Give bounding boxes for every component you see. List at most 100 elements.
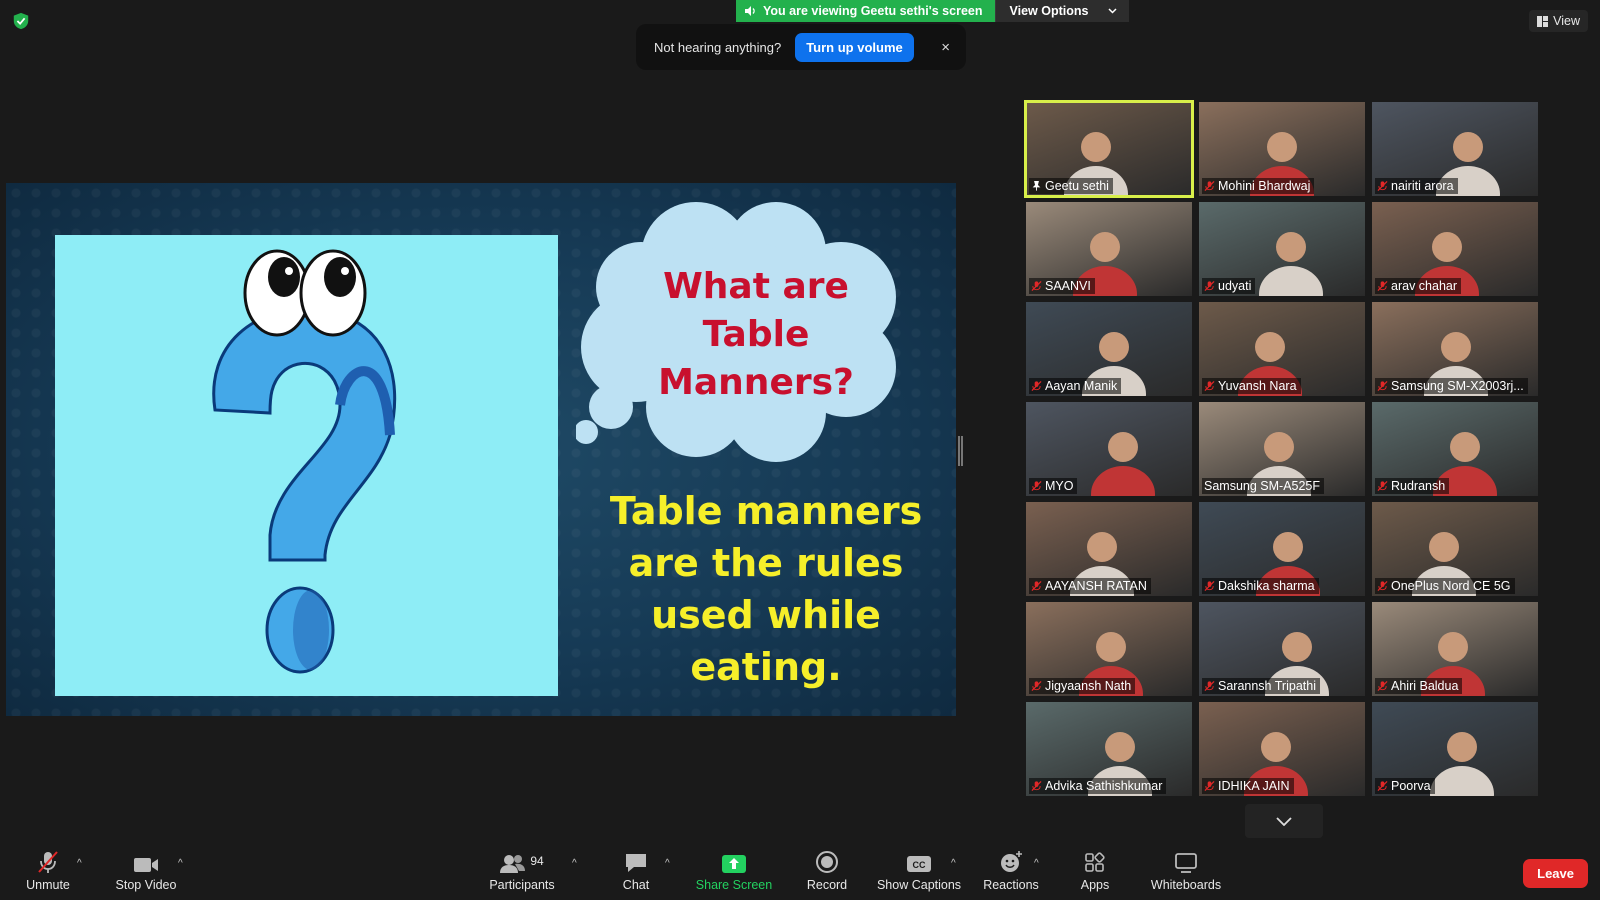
definition-line: used while [651,593,881,637]
microphone-muted-icon [1377,480,1388,492]
participant-tile[interactable]: Sarannsh Tripathi [1199,602,1365,696]
leave-button[interactable]: Leave [1523,859,1588,888]
participant-name-tag: udyati [1202,278,1256,294]
layout-icon [1537,15,1549,27]
microphone-muted-icon [1031,280,1042,292]
participant-tile[interactable]: MYO [1026,402,1192,496]
stop-video-label: Stop Video [115,878,177,892]
shield-icon[interactable] [12,12,30,30]
participant-tile[interactable]: arav chahar [1372,202,1538,296]
reactions-icon [1001,851,1022,872]
reactions-button[interactable]: Reactions [981,848,1041,900]
share-screen-label: Share Screen [695,878,773,892]
show-captions-button[interactable]: CC Show Captions [877,848,961,900]
turn-up-volume-button[interactable]: Turn up volume [795,32,914,62]
view-button[interactable]: View [1529,10,1588,32]
microphone-muted-icon [1031,380,1042,392]
participant-name-tag: Rudransh [1375,478,1450,494]
view-options-button[interactable]: View Options [994,0,1130,22]
captions-options-caret[interactable]: ^ [951,858,956,869]
participant-tile[interactable]: Aayan Manik [1026,302,1192,396]
chat-button[interactable]: Chat [618,848,654,900]
reactions-options-caret[interactable]: ^ [1034,858,1039,869]
participant-tile[interactable]: Poorva [1372,702,1538,796]
microphone-muted-icon [1031,480,1042,492]
chat-label: Chat [622,878,650,892]
participant-tile[interactable]: Samsung SM-A525F [1199,402,1365,496]
cloud-line: Table [702,314,810,355]
participant-name: Samsung SM-A525F [1204,479,1321,493]
gallery-next-page-button[interactable] [1245,804,1323,838]
viewing-text: You are viewing Geetu sethi's screen [763,4,983,18]
participant-tile[interactable]: Samsung SM-X2003rj... [1372,302,1538,396]
participant-tile[interactable]: Mohini Bhardwaj [1199,102,1365,196]
toast-message: Not hearing anything? [654,39,782,55]
participant-name-tag: Aayan Manik [1029,378,1122,394]
participant-name-tag: AAYANSH RATAN [1029,578,1151,594]
participant-tile[interactable]: OnePlus Nord CE 5G [1372,502,1538,596]
participants-button[interactable]: 94 Participants [487,848,557,900]
show-captions-label: Show Captions [876,878,962,892]
participant-name-tag: Sarannsh Tripathi [1202,678,1320,694]
record-button[interactable]: Record [804,848,850,900]
chat-icon [626,854,646,872]
participant-name: Jigyaansh Nath [1045,679,1132,693]
microphone-muted-icon [1377,180,1388,192]
participant-name: Dakshika sharma [1218,579,1315,593]
close-icon[interactable]: × [941,39,950,56]
microphone-muted-icon [1204,380,1215,392]
shared-screen: What are Table Manners? Table manners ar… [6,183,956,716]
participant-name: Yuvansh Nara [1218,379,1297,393]
whiteboards-button[interactable]: Whiteboards [1148,848,1224,900]
participant-name: nairiti arora [1391,179,1454,193]
microphone-muted-icon [1031,780,1042,792]
participant-tile[interactable]: Yuvansh Nara [1199,302,1365,396]
microphone-muted-icon [1204,580,1215,592]
participant-tile[interactable]: Rudransh [1372,402,1538,496]
microphone-muted-icon [1377,280,1388,292]
participants-options-caret[interactable]: ^ [572,858,577,869]
participant-name-tag: Advika Sathishkumar [1029,778,1167,794]
participant-name-tag: OnePlus Nord CE 5G [1375,578,1515,594]
participant-name-tag: Mohini Bhardwaj [1202,178,1315,194]
speaker-icon [745,6,755,16]
stop-video-button[interactable]: Stop Video [111,848,181,900]
audio-options-caret[interactable]: ^ [77,858,82,869]
participants-count: 94 [530,854,544,868]
unmute-label: Unmute [26,878,70,892]
participant-name: udyati [1218,279,1252,293]
share-screen-button[interactable]: Share Screen [694,848,774,900]
question-mark-panel [55,235,558,696]
participant-name: IDHIKA JAIN [1218,779,1290,793]
participant-tile[interactable]: IDHIKA JAIN [1199,702,1365,796]
microphone-muted-icon [1204,780,1215,792]
participant-name: Sarannsh Tripathi [1218,679,1316,693]
cloud-line: What are [663,266,849,307]
participant-tile[interactable]: SAANVI [1026,202,1192,296]
whiteboards-label: Whiteboards [1150,878,1222,892]
apps-button[interactable]: Apps [1077,848,1113,900]
participant-tile[interactable]: nairiti arora [1372,102,1538,196]
split-divider-handle[interactable] [958,436,963,466]
participant-tile[interactable]: Ahiri Baldua [1372,602,1538,696]
chat-options-caret[interactable]: ^ [665,858,670,869]
audio-toast: Not hearing anything? Turn up volume × [636,24,966,70]
participant-tile[interactable]: Dakshika sharma [1199,502,1365,596]
view-options-label: View Options [1009,4,1089,18]
participant-tile[interactable]: Jigyaansh Nath [1026,602,1192,696]
participant-tile[interactable]: udyati [1199,202,1365,296]
participant-name: arav chahar [1391,279,1458,293]
screen-share-banner: You are viewing Geetu sethi's screen Vie… [736,0,1130,22]
chevron-down-icon [1276,816,1292,826]
participant-tile[interactable]: Geetu sethi [1024,100,1194,198]
participant-name-tag: nairiti arora [1375,178,1458,194]
participant-tile[interactable]: Advika Sathishkumar [1026,702,1192,796]
definition-text: Table manners are the rules used while e… [591,485,941,693]
video-options-caret[interactable]: ^ [178,858,183,869]
video-camera-icon [134,858,158,872]
participant-tile[interactable]: AAYANSH RATAN [1026,502,1192,596]
participant-name: MYO [1045,479,1074,493]
unmute-button[interactable]: Unmute [22,848,74,900]
participant-name: OnePlus Nord CE 5G [1391,579,1511,593]
definition-line: are the rules [628,541,904,585]
